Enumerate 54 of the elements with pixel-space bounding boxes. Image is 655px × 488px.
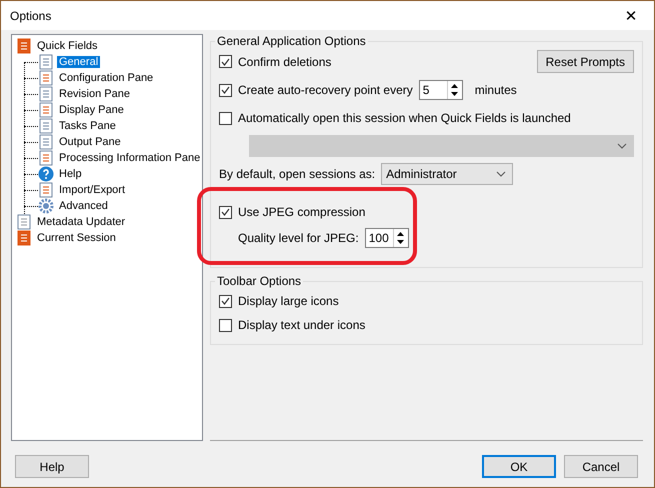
tree-item[interactable]: Quick Fields — [35, 40, 100, 52]
checkbox-label: Use JPEG compression — [238, 205, 366, 219]
checkbox-label: Display text under icons — [238, 318, 366, 332]
gear-icon — [38, 198, 54, 214]
help-icon — [38, 166, 54, 182]
document-icon — [38, 150, 54, 166]
checkbox[interactable] — [219, 112, 232, 124]
tree-item[interactable]: Import/Export — [57, 184, 128, 196]
quality-label: Quality level for JPEG: — [238, 231, 359, 245]
checkbox[interactable] — [219, 318, 232, 332]
checkbox-label: Create auto-recovery point every — [238, 83, 413, 97]
document-icon — [38, 54, 54, 70]
tree-item[interactable]: Processing Information Pane — [57, 152, 202, 164]
minutes-label: minutes — [474, 83, 517, 97]
document-icon — [38, 182, 54, 198]
document-icon — [38, 118, 54, 134]
ok-button[interactable]: OK — [482, 455, 556, 478]
document-icon — [38, 86, 54, 102]
checkbox-label: Automatically open this session when Quick Fields is launched — [238, 111, 571, 125]
group-title: General Application Options — [216, 34, 367, 48]
quality-spinner[interactable]: 100 — [364, 228, 409, 248]
tree-item[interactable]: Output Pane — [57, 136, 123, 148]
tree-item[interactable]: Configuration Pane — [57, 72, 156, 84]
checkbox-label: Confirm deletions — [238, 54, 332, 68]
help-button[interactable]: Help — [15, 455, 89, 478]
tree-item[interactable]: General — [57, 56, 100, 68]
document-icon — [16, 230, 32, 246]
document-icon — [16, 214, 32, 230]
checkbox-label: Display large icons — [238, 294, 339, 308]
reset-prompts-button[interactable]: Reset Prompts — [536, 50, 634, 73]
close-button[interactable]: ✕ — [608, 1, 654, 30]
chevron-down-icon — [617, 143, 627, 149]
document-icon — [38, 134, 54, 150]
tree-item[interactable]: Help — [57, 168, 84, 180]
tree-item[interactable]: Revision Pane — [57, 88, 132, 100]
chevron-down-icon — [496, 171, 506, 177]
tree-item[interactable]: Display Pane — [57, 104, 126, 116]
minutes-spinner[interactable]: 5 — [418, 80, 463, 100]
group-title: Toolbar Options — [216, 274, 302, 288]
checkbox[interactable] — [219, 84, 232, 96]
default-open-label: By default, open sessions as: — [219, 167, 376, 181]
cancel-button[interactable]: Cancel — [564, 455, 638, 478]
checkbox[interactable] — [219, 55, 232, 68]
document-icon — [38, 102, 54, 118]
tree-item[interactable]: Metadata Updater — [35, 216, 128, 228]
document-icon — [16, 38, 32, 54]
checkbox[interactable] — [219, 294, 232, 308]
tree-item[interactable]: Tasks Pane — [57, 120, 118, 132]
tree-item[interactable]: Advanced — [57, 200, 110, 212]
tree-item[interactable]: Current Session — [35, 232, 118, 244]
document-icon — [38, 70, 54, 86]
user-dropdown[interactable]: Administrator — [381, 163, 514, 185]
checkbox[interactable] — [219, 206, 232, 218]
window-title: Options — [10, 8, 52, 22]
